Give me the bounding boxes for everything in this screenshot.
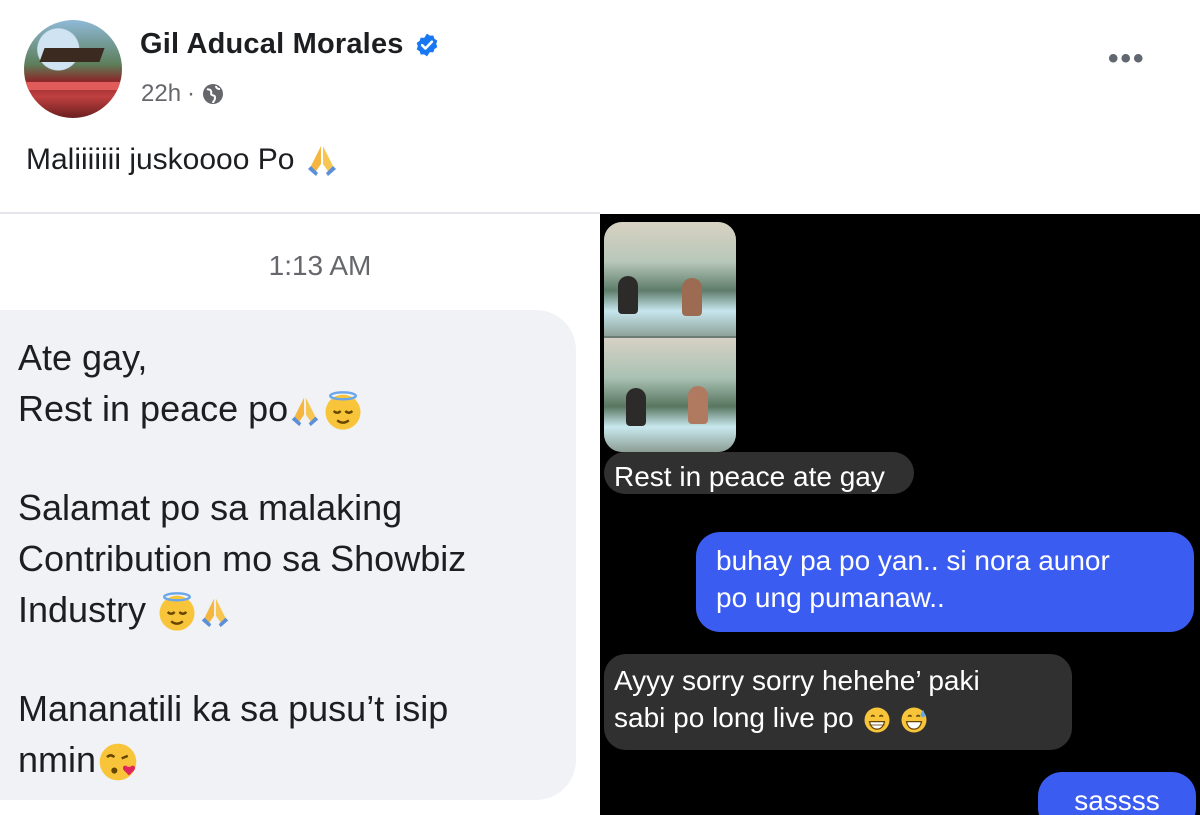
avatar-photo-detail (39, 48, 105, 62)
author-name[interactable]: Gil Aducal Morales (140, 28, 404, 61)
message-line: Ate gay, (18, 337, 148, 378)
photo-person (688, 386, 708, 424)
caption-text: Maliiiiiii juskoooo Po (26, 143, 295, 176)
message-line: po ung pumanaw.. (716, 582, 945, 613)
message-text: sassss (1074, 785, 1160, 815)
author-avatar[interactable] (24, 20, 122, 118)
photo-person (626, 388, 646, 426)
outgoing-message[interactable]: buhay pa po yan.. si nora aunor po ung p… (696, 532, 1194, 632)
incoming-message[interactable]: Rest in peace ate gay (604, 452, 914, 494)
globe-icon[interactable] (201, 82, 225, 106)
message-line: buhay pa po yan.. si nora aunor (716, 545, 1110, 576)
grinning-face-emoji (864, 707, 890, 733)
face-blowing-kiss-emoji (99, 744, 137, 781)
right-chat-screenshot[interactable]: Rest in peace ate gay buhay pa po yan.. … (600, 214, 1200, 815)
message-line: nmin (18, 734, 568, 785)
relieved-face-emoji (159, 592, 195, 632)
relieved-face-emoji (325, 391, 361, 431)
photo-frame (604, 338, 736, 452)
message-line: Industry (18, 584, 568, 635)
message-line-text: Rest in peace po (18, 388, 289, 429)
shared-photo[interactable] (604, 222, 736, 452)
message-line-text: sabi po long live po (614, 702, 854, 733)
meta-separator: · (187, 80, 196, 107)
photo-person (682, 278, 702, 316)
message-line: sabi po long live po (614, 699, 1048, 736)
more-options-icon[interactable]: ••• (1108, 44, 1146, 74)
incoming-message[interactable]: Ayyy sorry sorry hehehe’ paki sabi po lo… (604, 654, 1072, 750)
left-chat-screenshot[interactable]: 1:13 AM Ate gay, Rest in peace po Salama… (0, 214, 600, 815)
folded-hands-emoji (201, 599, 229, 628)
message-line-text: Industry (18, 589, 147, 630)
photo-person (618, 276, 638, 314)
message-timestamp: 1:13 AM (268, 250, 372, 281)
post-caption: Maliiiiiii juskoooo Po (26, 142, 340, 178)
post-author[interactable]: Gil Aducal Morales (140, 28, 440, 61)
message-line: Salamat po sa malaking (18, 487, 403, 528)
message-line: Mananatili ka sa pusu’t isip (18, 688, 449, 729)
post-time[interactable]: 22h (141, 80, 181, 108)
verified-badge-icon (416, 33, 437, 56)
message-bubble: Ate gay, Rest in peace po Salamat po sa … (0, 310, 576, 800)
message-line: Ayyy sorry sorry hehehe’ paki (614, 665, 980, 696)
message-text: Ate gay, Rest in peace po Salamat po sa … (18, 332, 568, 785)
avatar-photo-detail (24, 82, 122, 90)
outgoing-message[interactable]: sassss (1038, 772, 1196, 815)
message-text: Rest in peace ate gay (614, 461, 885, 492)
message-line: Rest in peace po (18, 383, 568, 434)
post-meta: 22h · (141, 80, 225, 108)
message-line-text: nmin (18, 739, 97, 780)
grinning-sweat-emoji (901, 707, 927, 733)
folded-hands-emoji (291, 398, 319, 427)
photo-frame (604, 222, 736, 336)
message-line: Contribution mo sa Showbiz (18, 538, 467, 579)
folded-hands-emoji (308, 146, 337, 176)
